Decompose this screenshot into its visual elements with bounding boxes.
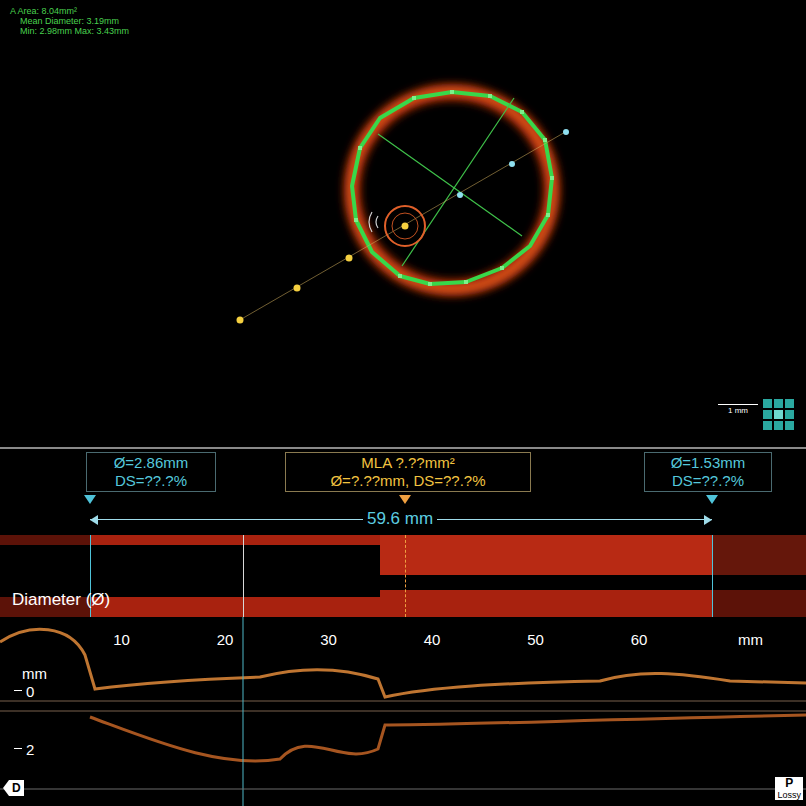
reference-marker[interactable]: Ø=2.86mmDS=??.?% — [86, 452, 216, 492]
measurement-readout: A Area: 8.04mm² Mean Diameter: 3.19mm Mi… — [10, 6, 129, 36]
scale-label: 1 mm — [728, 405, 748, 417]
mla-marker[interactable]: MLA ?.??mm²Ø=?.??mm, DS=??.?% — [285, 452, 531, 492]
marker-detail: Ø=?.??mm, DS=??.?% — [294, 472, 522, 490]
diameter-strip[interactable]: Diameter (Ø) — [0, 535, 806, 617]
min-max-reading: Min: 2.98mm Max: 3.43mm — [10, 26, 129, 36]
diameter-label: Diameter (Ø) — [12, 589, 110, 611]
axis-tick-label: 60 — [619, 631, 659, 649]
marker-pointer-icon[interactable] — [706, 495, 718, 504]
marker-title: Ø=2.86mm — [95, 454, 207, 472]
marker-pointer-icon[interactable] — [84, 495, 96, 504]
depth-unit: mm — [22, 665, 47, 683]
arrow-right-icon — [704, 515, 712, 525]
axis-tick-label: 20 — [205, 631, 245, 649]
arrow-left-icon — [90, 515, 98, 525]
depth-tick-label: 2 — [26, 741, 34, 759]
length-label-holder: 59.6 mm — [340, 508, 460, 530]
marker-detail: DS=??.?% — [653, 472, 763, 490]
marker-title: MLA ?.??mm² — [294, 454, 522, 472]
cross-section-image — [0, 0, 806, 447]
marker-title: Ø=1.53mm — [653, 454, 763, 472]
axis-unit: mm — [738, 631, 763, 649]
axis-tick-label: 10 — [102, 631, 142, 649]
depth-tick — [14, 748, 22, 749]
compression-label: Lossy — [777, 790, 801, 800]
length-axis: 10 20 30 40 50 60 mm — [0, 631, 806, 653]
length-label: 59.6 mm — [363, 508, 437, 530]
mean-diameter-reading: Mean Diameter: 3.19mm — [10, 16, 129, 26]
reference-marker[interactable]: Ø=1.53mmDS=??.?% — [644, 452, 772, 492]
proximal-button[interactable]: P Lossy — [775, 777, 803, 800]
cross-section-view[interactable]: A Area: 8.04mm² Mean Diameter: 3.19mm Mi… — [0, 0, 806, 447]
axis-tick-label: 40 — [412, 631, 452, 649]
area-reading: A Area: 8.04mm² — [10, 6, 129, 16]
axis-tick-label: 30 — [309, 631, 349, 649]
scale-bar: 1 mm — [718, 404, 758, 417]
longitudinal-view[interactable]: 10 20 30 40 50 60 mm mm 0 2 D P Lossy — [0, 617, 806, 806]
distal-label: D — [9, 780, 24, 796]
proximal-label: P — [785, 777, 793, 790]
depth-tick — [14, 690, 22, 691]
layout-grid-icon[interactable] — [763, 399, 794, 430]
distal-button[interactable]: D — [3, 780, 24, 796]
marker-pointer-icon[interactable] — [399, 495, 411, 504]
marker-detail: DS=??.?% — [95, 472, 207, 490]
axis-tick-label: 50 — [516, 631, 556, 649]
depth-tick-label: 0 — [26, 683, 34, 701]
marker-panel[interactable]: 59.6 mm Ø=2.86mmDS=??.?%MLA ?.??mm²Ø=?.?… — [0, 449, 806, 535]
